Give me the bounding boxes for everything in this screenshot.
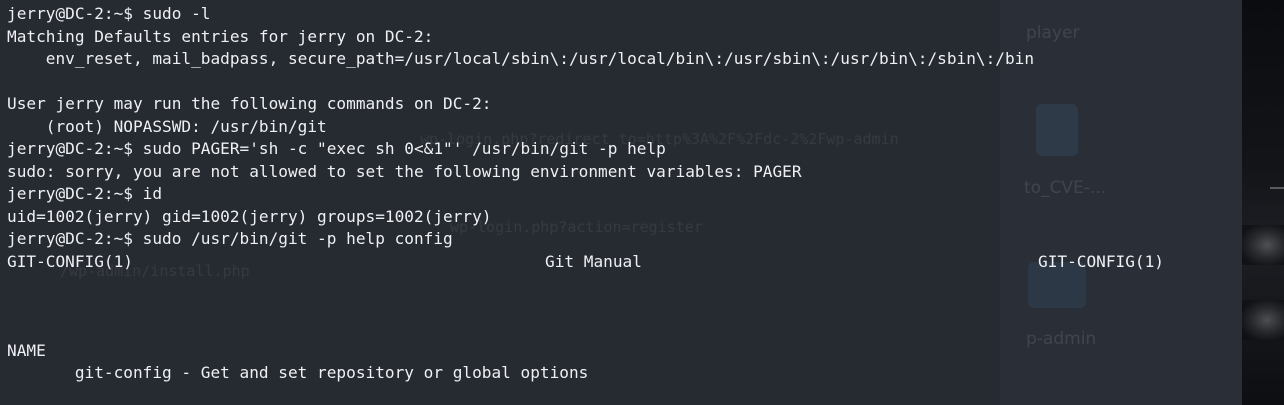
error-line: sudo: sorry, you are not allowed to set … xyxy=(7,162,802,181)
wallpaper-edge xyxy=(1242,0,1284,405)
man-header-left: GIT-CONFIG(1) xyxy=(7,252,133,271)
terminal-output: jerry@DC-2:~$ sudo -l Matching Defaults … xyxy=(7,0,1237,405)
man-section-heading: NAME xyxy=(7,341,46,360)
man-name-description: git-config - Get and set repository or g… xyxy=(7,363,589,382)
output-line: env_reset, mail_badpass, secure_path=/us… xyxy=(7,49,1035,68)
prompt-line: jerry@DC-2:~$ sudo PAGER='sh -c "exec sh… xyxy=(7,139,666,158)
prompt-line: jerry@DC-2:~$ sudo /usr/bin/git -p help … xyxy=(7,229,453,248)
man-header-center: Git Manual xyxy=(545,252,642,271)
man-header-right: GIT-CONFIG(1) xyxy=(1038,252,1164,271)
output-line: (root) NOPASSWD: /usr/bin/git xyxy=(7,117,327,136)
output-line: uid=1002(jerry) gid=1002(jerry) groups=1… xyxy=(7,207,492,226)
terminal-window[interactable]: player to_CVE-... p-admin wp-login.php?r… xyxy=(0,0,1284,405)
prompt-line: jerry@DC-2:~$ sudo -l xyxy=(7,4,211,23)
prompt-line: jerry@DC-2:~$ id xyxy=(7,184,163,203)
output-line: Matching Defaults entries for jerry on D… xyxy=(7,27,434,46)
output-line: User jerry may run the following command… xyxy=(7,94,492,113)
